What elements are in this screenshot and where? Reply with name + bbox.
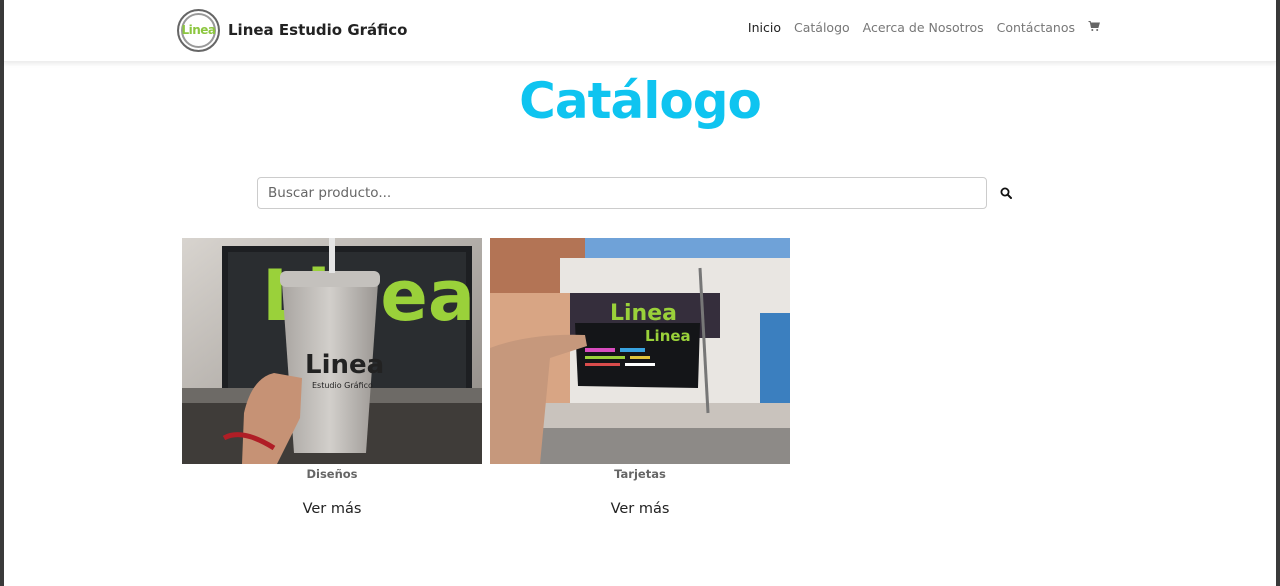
nav-link-contactanos[interactable]: Contáctanos [997, 20, 1075, 35]
shopping-cart-icon [1088, 21, 1100, 31]
brand-logo-text: Linea [181, 23, 216, 37]
navbar: Linea Linea Estudio Gráfico Inicio Catál… [4, 0, 1276, 62]
nav-links: Inicio Catálogo Acerca de Nosotros Contá… [748, 20, 1100, 35]
brand-name: Linea Estudio Gráfico [228, 21, 408, 39]
page-title: Catálogo [519, 72, 762, 130]
search-button[interactable] [996, 183, 1016, 203]
svg-text:Estudio Gráfico: Estudio Gráfico [312, 381, 373, 390]
svg-text:Linea: Linea [645, 327, 691, 345]
product-card-disenos: Linea Linea Estudio Gráfico Diseños Ver … [182, 238, 482, 518]
nav-link-inicio[interactable]: Inicio [748, 20, 781, 35]
page-frame: Linea Linea Estudio Gráfico Inicio Catál… [4, 0, 1276, 586]
svg-text:Linea: Linea [305, 350, 384, 380]
ver-mas-button[interactable]: Ver más [611, 501, 670, 517]
product-image-disenos[interactable]: Linea Linea Estudio Gráfico [182, 238, 482, 464]
brand-link[interactable]: Linea Linea Estudio Gráfico [177, 8, 407, 52]
product-name: Diseños [306, 467, 358, 481]
ver-mas-button[interactable]: Ver más [303, 501, 362, 517]
brand-logo: Linea [177, 8, 220, 52]
product-image-tarjetas[interactable]: Linea Linea [490, 238, 790, 464]
cart-link[interactable] [1088, 20, 1100, 35]
nav-link-catalogo[interactable]: Catálogo [794, 20, 850, 35]
search-icon [1000, 187, 1012, 199]
product-card-tarjetas: Linea Linea Tarjetas Ver más [490, 238, 790, 518]
search-input[interactable] [257, 177, 987, 209]
svg-text:Linea: Linea [610, 301, 677, 326]
product-name: Tarjetas [614, 467, 666, 481]
nav-link-acerca[interactable]: Acerca de Nosotros [863, 20, 984, 35]
